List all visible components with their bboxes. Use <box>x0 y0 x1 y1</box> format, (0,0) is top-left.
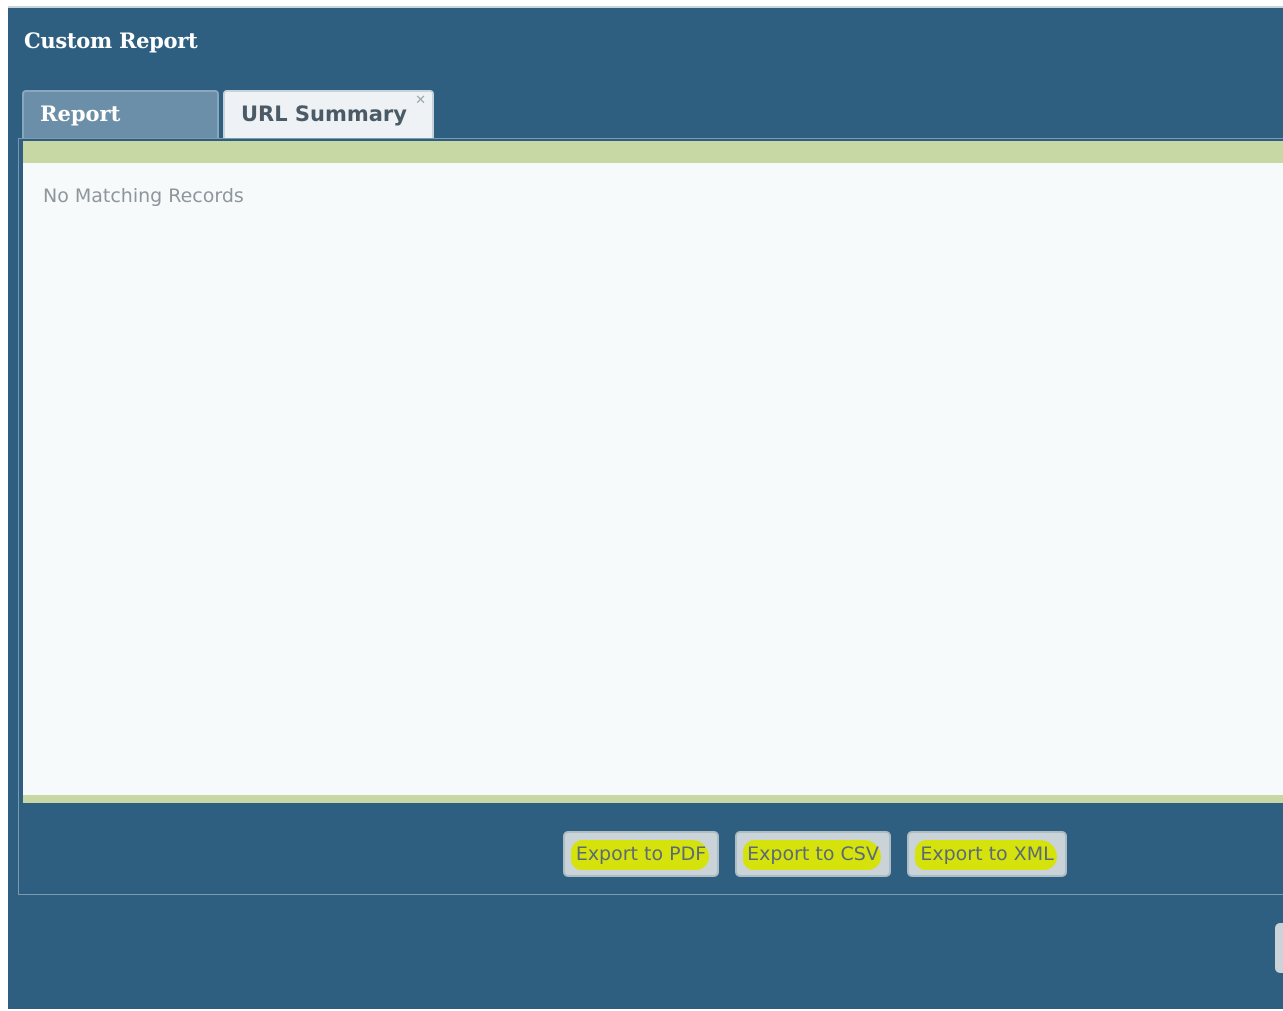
panel-footer-bar <box>23 795 1283 803</box>
export-toolbar: Export to PDF Export to CSV Export to XM… <box>19 803 1283 895</box>
export-pdf-label: Export to PDF <box>575 843 707 865</box>
close-icon[interactable]: ✕ <box>415 94 426 108</box>
export-csv-button[interactable]: Export to CSV <box>735 831 891 877</box>
tab-strip: Report Setting URL Summary ✕ <box>22 88 1283 170</box>
tab-url-summary[interactable]: URL Summary ✕ <box>223 90 434 138</box>
export-xml-button[interactable]: Export to XML <box>907 831 1067 877</box>
tab-report-setting[interactable]: Report Setting <box>22 90 219 170</box>
url-summary-panel: No Matching Records Export to PDF Export… <box>18 138 1283 895</box>
window-title: Custom Report <box>24 28 198 53</box>
panel-header-bar <box>23 141 1283 163</box>
export-xml-label: Export to XML <box>920 843 1054 865</box>
empty-state-message: No Matching Records <box>43 185 244 207</box>
export-pdf-button[interactable]: Export to PDF <box>563 831 719 877</box>
results-area: No Matching Records <box>23 163 1283 795</box>
partial-button[interactable] <box>1275 923 1283 973</box>
tab-url-summary-label: URL Summary <box>241 102 407 126</box>
custom-report-window: Custom Report Report Setting URL Summary… <box>8 6 1283 1009</box>
export-csv-label: Export to CSV <box>747 843 879 865</box>
